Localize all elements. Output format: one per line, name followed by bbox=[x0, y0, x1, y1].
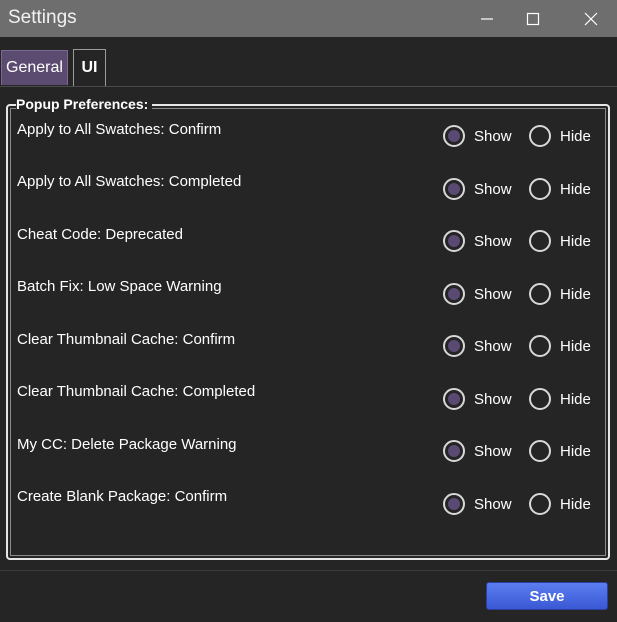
preference-label: Cheat Code: Deprecated bbox=[17, 226, 183, 243]
hide-radio[interactable]: Hide bbox=[529, 178, 591, 200]
show-label: Show bbox=[474, 232, 512, 250]
radio-circle[interactable] bbox=[443, 178, 465, 200]
hide-radio[interactable]: Hide bbox=[529, 125, 591, 147]
group-legend: Popup Preferences: bbox=[16, 96, 153, 112]
hide-radio[interactable]: Hide bbox=[529, 388, 591, 410]
hide-label: Hide bbox=[560, 337, 591, 355]
hide-label: Hide bbox=[560, 285, 591, 303]
hide-radio[interactable]: Hide bbox=[529, 440, 591, 462]
tab-general[interactable]: General bbox=[1, 50, 68, 85]
show-radio[interactable]: Show bbox=[443, 230, 512, 252]
preference-label: Clear Thumbnail Cache: Completed bbox=[17, 383, 256, 400]
show-radio[interactable]: Show bbox=[443, 335, 512, 357]
radio-circle[interactable] bbox=[443, 283, 465, 305]
show-label: Show bbox=[474, 337, 512, 355]
minimize-button[interactable] bbox=[464, 0, 510, 37]
radio-circle[interactable] bbox=[443, 230, 465, 252]
preference-row: Cheat Code: Deprecated Show Hide bbox=[17, 226, 597, 278]
preference-label: Apply to All Swatches: Completed bbox=[17, 173, 242, 190]
preference-row: Clear Thumbnail Cache: Completed Show Hi… bbox=[17, 383, 597, 435]
preference-label: Clear Thumbnail Cache: Confirm bbox=[17, 331, 236, 348]
show-radio[interactable]: Show bbox=[443, 440, 512, 462]
hide-radio[interactable]: Hide bbox=[529, 230, 591, 252]
window-title: Settings bbox=[8, 7, 77, 28]
radio-circle[interactable] bbox=[529, 493, 551, 515]
radio-circle[interactable] bbox=[529, 440, 551, 462]
maximize-icon bbox=[526, 12, 540, 25]
hide-label: Hide bbox=[560, 390, 591, 408]
preference-row: Batch Fix: Low Space Warning Show Hide bbox=[17, 278, 597, 330]
tab-strip: General UI bbox=[0, 37, 617, 87]
hide-radio[interactable]: Hide bbox=[529, 335, 591, 357]
show-label: Show bbox=[474, 495, 512, 513]
preference-label: Batch Fix: Low Space Warning bbox=[17, 278, 222, 295]
hide-label: Hide bbox=[560, 232, 591, 250]
radio-circle[interactable] bbox=[443, 493, 465, 515]
title-bar: Settings bbox=[0, 0, 617, 37]
radio-circle[interactable] bbox=[443, 440, 465, 462]
hide-radio[interactable]: Hide bbox=[529, 283, 591, 305]
footer-divider bbox=[0, 570, 617, 571]
tab-ui[interactable]: UI bbox=[73, 49, 106, 86]
hide-radio[interactable]: Hide bbox=[529, 493, 591, 515]
radio-circle[interactable] bbox=[443, 335, 465, 357]
preference-row: My CC: Delete Package Warning Show Hide bbox=[17, 436, 597, 488]
preference-row: Apply to All Swatches: Completed Show Hi… bbox=[17, 173, 597, 225]
close-button[interactable] bbox=[568, 0, 614, 37]
hide-label: Hide bbox=[560, 495, 591, 513]
show-radio[interactable]: Show bbox=[443, 493, 512, 515]
show-label: Show bbox=[474, 180, 512, 198]
show-label: Show bbox=[474, 127, 512, 145]
preference-label: Apply to All Swatches: Confirm bbox=[17, 121, 222, 138]
close-icon bbox=[584, 12, 598, 25]
preference-row: Apply to All Swatches: Confirm Show Hide bbox=[17, 121, 597, 173]
radio-circle[interactable] bbox=[529, 388, 551, 410]
preference-label: My CC: Delete Package Warning bbox=[17, 436, 237, 453]
preference-row: Create Blank Package: Confirm Show Hide bbox=[17, 488, 597, 540]
preference-label: Create Blank Package: Confirm bbox=[17, 488, 228, 505]
maximize-button[interactable] bbox=[510, 0, 556, 37]
hide-label: Hide bbox=[560, 127, 591, 145]
show-label: Show bbox=[474, 390, 512, 408]
hide-label: Hide bbox=[560, 442, 591, 460]
show-radio[interactable]: Show bbox=[443, 125, 512, 147]
show-radio[interactable]: Show bbox=[443, 388, 512, 410]
radio-circle[interactable] bbox=[529, 335, 551, 357]
show-radio[interactable]: Show bbox=[443, 283, 512, 305]
hide-label: Hide bbox=[560, 180, 591, 198]
show-radio[interactable]: Show bbox=[443, 178, 512, 200]
show-label: Show bbox=[474, 442, 512, 460]
radio-circle[interactable] bbox=[443, 125, 465, 147]
preference-row: Clear Thumbnail Cache: Confirm Show Hide bbox=[17, 331, 597, 383]
radio-circle[interactable] bbox=[529, 178, 551, 200]
radio-circle[interactable] bbox=[529, 230, 551, 252]
show-label: Show bbox=[474, 285, 512, 303]
radio-circle[interactable] bbox=[443, 388, 465, 410]
save-button[interactable]: Save bbox=[486, 582, 608, 610]
radio-circle[interactable] bbox=[529, 283, 551, 305]
minimize-icon bbox=[481, 17, 493, 20]
radio-circle[interactable] bbox=[529, 125, 551, 147]
